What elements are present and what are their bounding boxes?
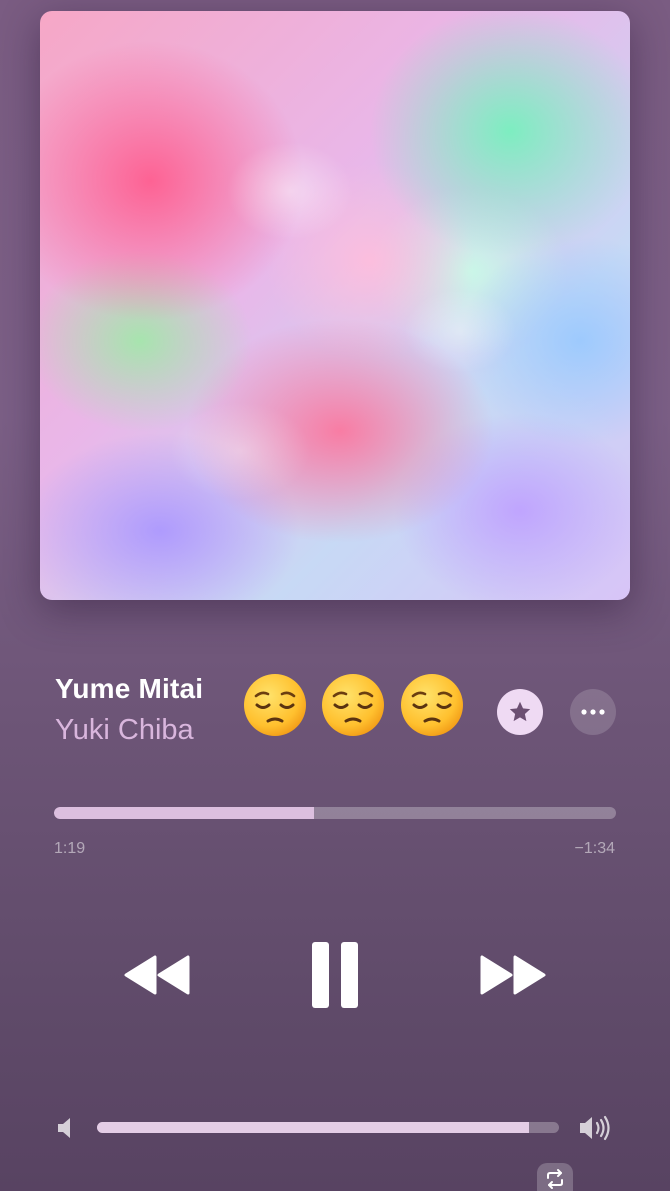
volume-slider[interactable]: [97, 1122, 559, 1133]
speaker-high-icon: [580, 1115, 610, 1141]
album-artwork: [40, 11, 630, 600]
more-options-button[interactable]: [570, 689, 616, 735]
repeat-icon: [547, 1169, 563, 1189]
speaker-low-icon: [58, 1118, 70, 1138]
favorite-button[interactable]: [497, 689, 543, 735]
repeat-button[interactable]: [537, 1163, 573, 1191]
rewind-button[interactable]: [118, 948, 196, 1002]
track-title[interactable]: Yume Mitai: [55, 673, 203, 705]
pensive-face-emoji: [401, 674, 463, 736]
rewind-icon: [124, 955, 190, 995]
remaining-time: −1:34: [574, 840, 615, 857]
pause-button[interactable]: [300, 938, 370, 1012]
volume-level-fill: [97, 1122, 529, 1133]
artwork-texture: [40, 11, 630, 600]
track-artist[interactable]: Yuki Chiba: [55, 714, 194, 747]
playback-progress-fill: [54, 807, 315, 819]
ellipsis-icon: [581, 709, 605, 715]
fast-forward-button[interactable]: [474, 948, 552, 1002]
pensive-face-emoji: [322, 674, 384, 736]
pause-icon: [312, 942, 358, 1008]
pensive-face-emoji: [244, 674, 306, 736]
star-icon: [509, 701, 531, 722]
elapsed-time: 1:19: [54, 840, 86, 857]
playback-progress-slider[interactable]: [54, 807, 616, 819]
fast-forward-icon: [480, 955, 546, 995]
